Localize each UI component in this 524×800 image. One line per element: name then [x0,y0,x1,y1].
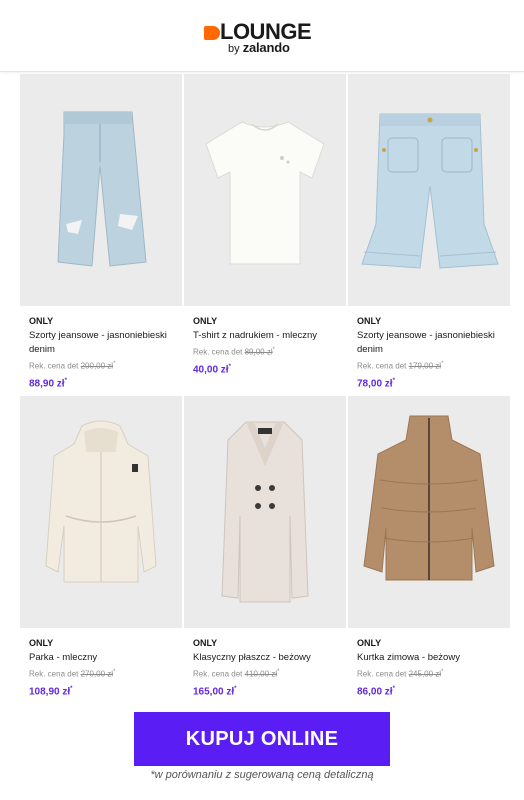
lounge-logo[interactable]: LOUNGE by zalando [204,20,324,58]
product-price: 40,00 zł* [193,363,231,375]
product-rrp: Rek. cena det 245,00 zł* [357,669,444,679]
product-image[interactable] [20,396,182,628]
denim-shorts-icon [361,113,499,269]
product-name[interactable]: Klasyczny płaszcz - beżowy [184,651,346,665]
product-card[interactable]: ONLY Klasyczny płaszcz - beżowy Rek. cen… [184,396,346,699]
product-brand: ONLY [193,638,218,648]
product-rrp: Rek. cena det 270,00 zł* [29,669,116,679]
product-price: 108,90 zł* [29,685,73,697]
header: LOUNGE by zalando [0,0,524,72]
logo-subtitle: by zalando [228,40,290,55]
product-price: 86,00 zł* [357,685,395,697]
product-rrp: Rek. cena det 200,00 zł* [29,361,116,371]
product-brand: ONLY [357,638,382,648]
product-image[interactable] [184,396,346,628]
product-rrp: Rek. cena det 410,00 zł* [193,669,280,679]
product-image[interactable] [20,74,182,306]
shop-online-label: KUPUJ ONLINE [185,727,339,750]
product-card[interactable]: ONLY Szorty jeansowe - jasnoniebieski de… [348,74,510,391]
cream-parka-icon [45,420,157,583]
product-name[interactable]: Szorty jeansowe - jasnoniebieski denim [348,329,510,357]
product-rrp: Rek. cena det 89,00 zł* [193,347,275,357]
product-brand: ONLY [357,316,382,326]
product-name[interactable]: Kurtka zimowa - beżowy [348,651,510,665]
product-card[interactable]: ONLY Kurtka zimowa - beżowy Rek. cena de… [348,396,510,699]
product-price: 88,90 zł* [29,377,67,389]
logo-mark-icon [204,26,220,40]
product-image[interactable] [184,74,346,306]
white-tshirt-icon [205,121,325,265]
product-name[interactable]: Parka - mleczny [20,651,182,665]
product-image[interactable] [348,74,510,306]
product-price: 165,00 zł* [193,685,237,697]
product-brand: ONLY [193,316,218,326]
product-card[interactable]: ONLY Szorty jeansowe - jasnoniebieski de… [20,74,182,391]
footnote: *w porównaniu z sugerowaną ceną detalicz… [150,769,374,781]
product-brand: ONLY [29,638,54,648]
beige-coat-icon [221,421,309,603]
shop-online-button[interactable]: KUPUJ ONLINE [134,712,390,766]
product-card[interactable]: ONLY Parka - mleczny Rek. cena det 270,0… [20,396,182,699]
product-name[interactable]: Szorty jeansowe - jasnoniebieski denim [20,329,182,357]
product-price: 78,00 zł* [357,377,395,389]
puffer-jacket-icon [363,415,495,581]
product-rrp: Rek. cena det 179,00 zł* [357,361,444,371]
product-brand: ONLY [29,316,54,326]
product-name[interactable]: T-shirt z nadrukiem - mleczny [184,329,346,343]
denim-culottes-icon [57,111,147,267]
product-card[interactable]: ONLY T-shirt z nadrukiem - mleczny Rek. … [184,74,346,377]
product-image[interactable] [348,396,510,628]
